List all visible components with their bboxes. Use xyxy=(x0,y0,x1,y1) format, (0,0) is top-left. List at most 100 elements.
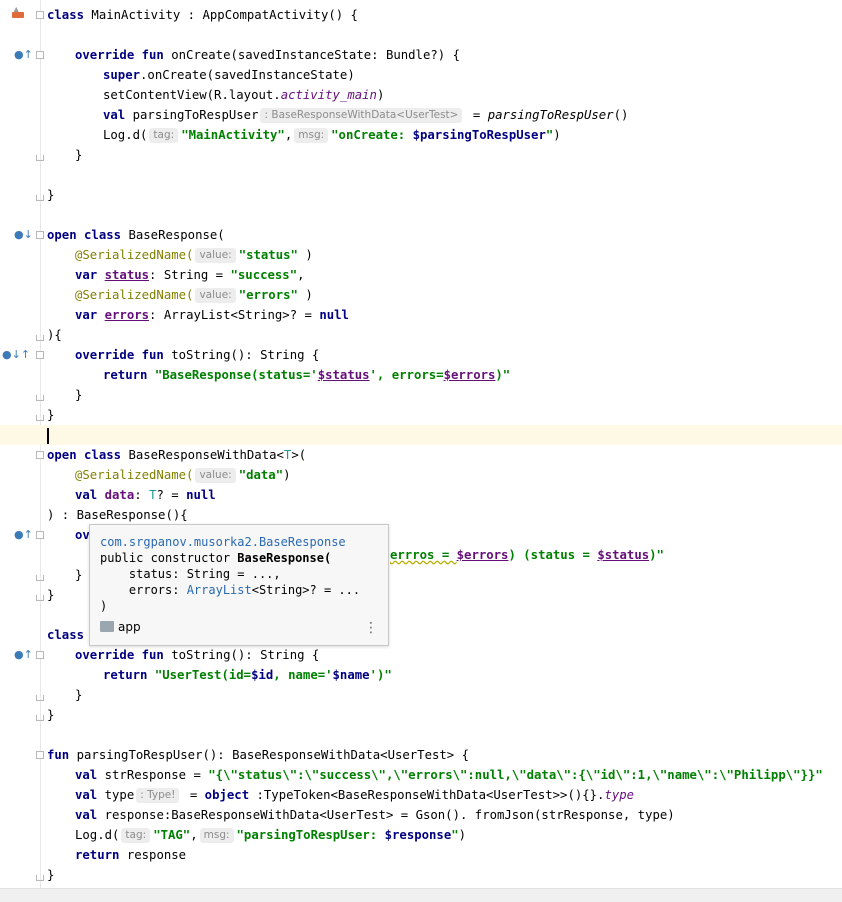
code-line[interactable]: } xyxy=(0,185,842,205)
string-literal: "UserTest(id= xyxy=(147,668,252,682)
code-line[interactable]: override fun toString(): String { xyxy=(0,345,842,365)
string-template: $errors xyxy=(456,548,509,562)
string-literal: "BaseResponse(status=' xyxy=(147,368,318,382)
string-literal: , name=' xyxy=(273,668,333,682)
code-text: } xyxy=(75,388,83,402)
code-line[interactable]: return "BaseResponse(status='$status', e… xyxy=(0,365,842,385)
string-literal: "MainActivity" xyxy=(181,128,285,142)
keyword: return xyxy=(75,848,120,862)
keyword: return xyxy=(103,668,148,682)
param-hint: value: xyxy=(195,248,236,263)
doc-module: app xyxy=(100,619,141,635)
code-text: toString(): String { xyxy=(163,648,320,662)
string-template: $status xyxy=(317,368,370,382)
param-hint: msg: xyxy=(199,828,234,843)
keyword: open class xyxy=(47,448,122,462)
code-line[interactable]: return response xyxy=(0,845,842,865)
code-line[interactable]: override fun toString(): String { xyxy=(0,645,842,665)
resource-ref: activity_main xyxy=(280,88,377,102)
current-line[interactable] xyxy=(0,425,842,445)
param-hint: value: xyxy=(195,468,236,483)
keyword: val xyxy=(75,768,98,782)
code-text: response:BaseResponseWithData<UserTest> … xyxy=(97,808,675,822)
string-template: $id xyxy=(251,668,274,682)
code-text: ) xyxy=(376,88,385,102)
code-line[interactable]: Log.d(tag: "TAG", msg: "parsingToRespUser: … xyxy=(0,825,842,845)
doc-type-link[interactable]: ArrayList xyxy=(187,583,252,597)
keyword: ov xyxy=(75,528,90,542)
code-line[interactable]: } xyxy=(0,385,842,405)
code-text: MainActivity : AppCompatActivity() { xyxy=(84,8,358,22)
module-folder-icon xyxy=(100,621,114,632)
code-line[interactable]: return "UserTest(id=$id, name='$name')" xyxy=(0,665,842,685)
doc-param-type: <String>? = ... xyxy=(251,583,361,597)
doc-close-paren: ) xyxy=(100,599,108,613)
code-line[interactable]: val parsingToRespUser: BaseResponseWithD… xyxy=(0,105,842,125)
code-text: ) xyxy=(283,468,291,482)
code-text: } xyxy=(47,708,55,722)
code-line[interactable]: ) : BaseResponse(){ xyxy=(0,505,842,525)
code-line[interactable]: open class BaseResponse( xyxy=(0,225,842,245)
string-template: $name xyxy=(332,668,370,682)
code-text: } xyxy=(47,408,55,422)
keyword: class xyxy=(47,8,85,22)
code-line[interactable]: val response:BaseResponseWithData<UserTe… xyxy=(0,805,842,825)
code-text: } xyxy=(75,568,83,582)
doc-param-errors: errors: ArrayList<String>? = ... xyxy=(100,582,378,598)
code-text: ) xyxy=(553,128,561,142)
string-literal: )" xyxy=(495,368,511,382)
code-text: BaseResponseWithData< xyxy=(121,448,284,462)
code-line[interactable]: super.onCreate(savedInstanceState) xyxy=(0,65,842,85)
code-line[interactable]: ){ xyxy=(0,325,842,345)
code-text: :TypeToken<BaseResponseWithData<UserTest… xyxy=(249,788,605,802)
code-text: >( xyxy=(291,448,307,462)
code-text: ) xyxy=(297,288,313,302)
keyword: override fun xyxy=(75,348,164,362)
code-line[interactable]: val type: Type! = object :TypeToken<Base… xyxy=(0,785,842,805)
code-text: ? = xyxy=(156,488,187,502)
code-line[interactable]: var status: String = "success", xyxy=(0,265,842,285)
code-line[interactable]: open class BaseResponseWithData<T>( xyxy=(0,445,842,465)
doc-signature: public constructor BaseResponse( xyxy=(100,550,378,566)
code-line[interactable]: var errors: ArrayList<String>? = null xyxy=(0,305,842,325)
string-literal: ) (status = xyxy=(508,548,598,562)
code-line[interactable]: fun parsingToRespUser(): BaseResponseWit… xyxy=(0,745,842,765)
string-template: $response xyxy=(384,828,452,842)
code-line[interactable]: @SerializedName(value: "data") xyxy=(0,465,842,485)
keyword: open class xyxy=(47,228,122,242)
code-line[interactable]: val strResponse = "{\"status\":\"success… xyxy=(0,765,842,785)
keyword: val xyxy=(75,788,98,802)
keyword: val xyxy=(103,108,126,122)
code-line[interactable]: class MainActivity : AppCompatActivity()… xyxy=(0,5,842,25)
string-literal: ', errors= xyxy=(369,368,444,382)
keyword: return xyxy=(103,368,148,382)
keyword: null xyxy=(319,308,349,322)
doc-param-status: status: String = ..., xyxy=(100,567,281,581)
more-options-icon[interactable]: ⋮ xyxy=(364,621,378,635)
code-line[interactable]: val data: T? = null xyxy=(0,485,842,505)
code-line[interactable]: override fun onCreate(savedInstanceState… xyxy=(0,45,842,65)
code-text: type xyxy=(97,788,135,802)
code-text: , xyxy=(297,268,305,282)
code-text: , xyxy=(190,828,198,842)
code-text: ) : BaseResponse(){ xyxy=(47,508,188,522)
code-text: : String = xyxy=(149,268,231,282)
code-line[interactable]: @SerializedName(value: "status" ) xyxy=(0,245,842,265)
code-line[interactable]: } xyxy=(0,865,842,885)
code-line[interactable]: Log.d(tag: "MainActivity", msg: "onCreate: … xyxy=(0,125,842,145)
code-line[interactable]: } xyxy=(0,705,842,725)
code-line[interactable]: } xyxy=(0,405,842,425)
code-text: ) xyxy=(458,828,467,842)
horizontal-scrollbar[interactable] xyxy=(0,888,842,902)
keyword: override fun xyxy=(75,648,164,662)
code-line[interactable]: } xyxy=(0,685,842,705)
code-line[interactable]: setContentView(R.layout.activity_main) xyxy=(0,85,842,105)
code-text: Log.d( xyxy=(75,828,120,842)
string-literal: "status" xyxy=(238,248,298,262)
quick-documentation-popup[interactable]: com.srgpanov.musorka2.BaseResponse publi… xyxy=(89,524,389,646)
code-text: toString(): String { xyxy=(163,348,320,362)
doc-package-link[interactable]: com.srgpanov.musorka2.BaseResponse xyxy=(100,534,378,550)
annotation: @SerializedName( xyxy=(75,468,194,482)
code-line[interactable]: @SerializedName(value: "errors" ) xyxy=(0,285,842,305)
code-line[interactable]: } xyxy=(0,145,842,165)
